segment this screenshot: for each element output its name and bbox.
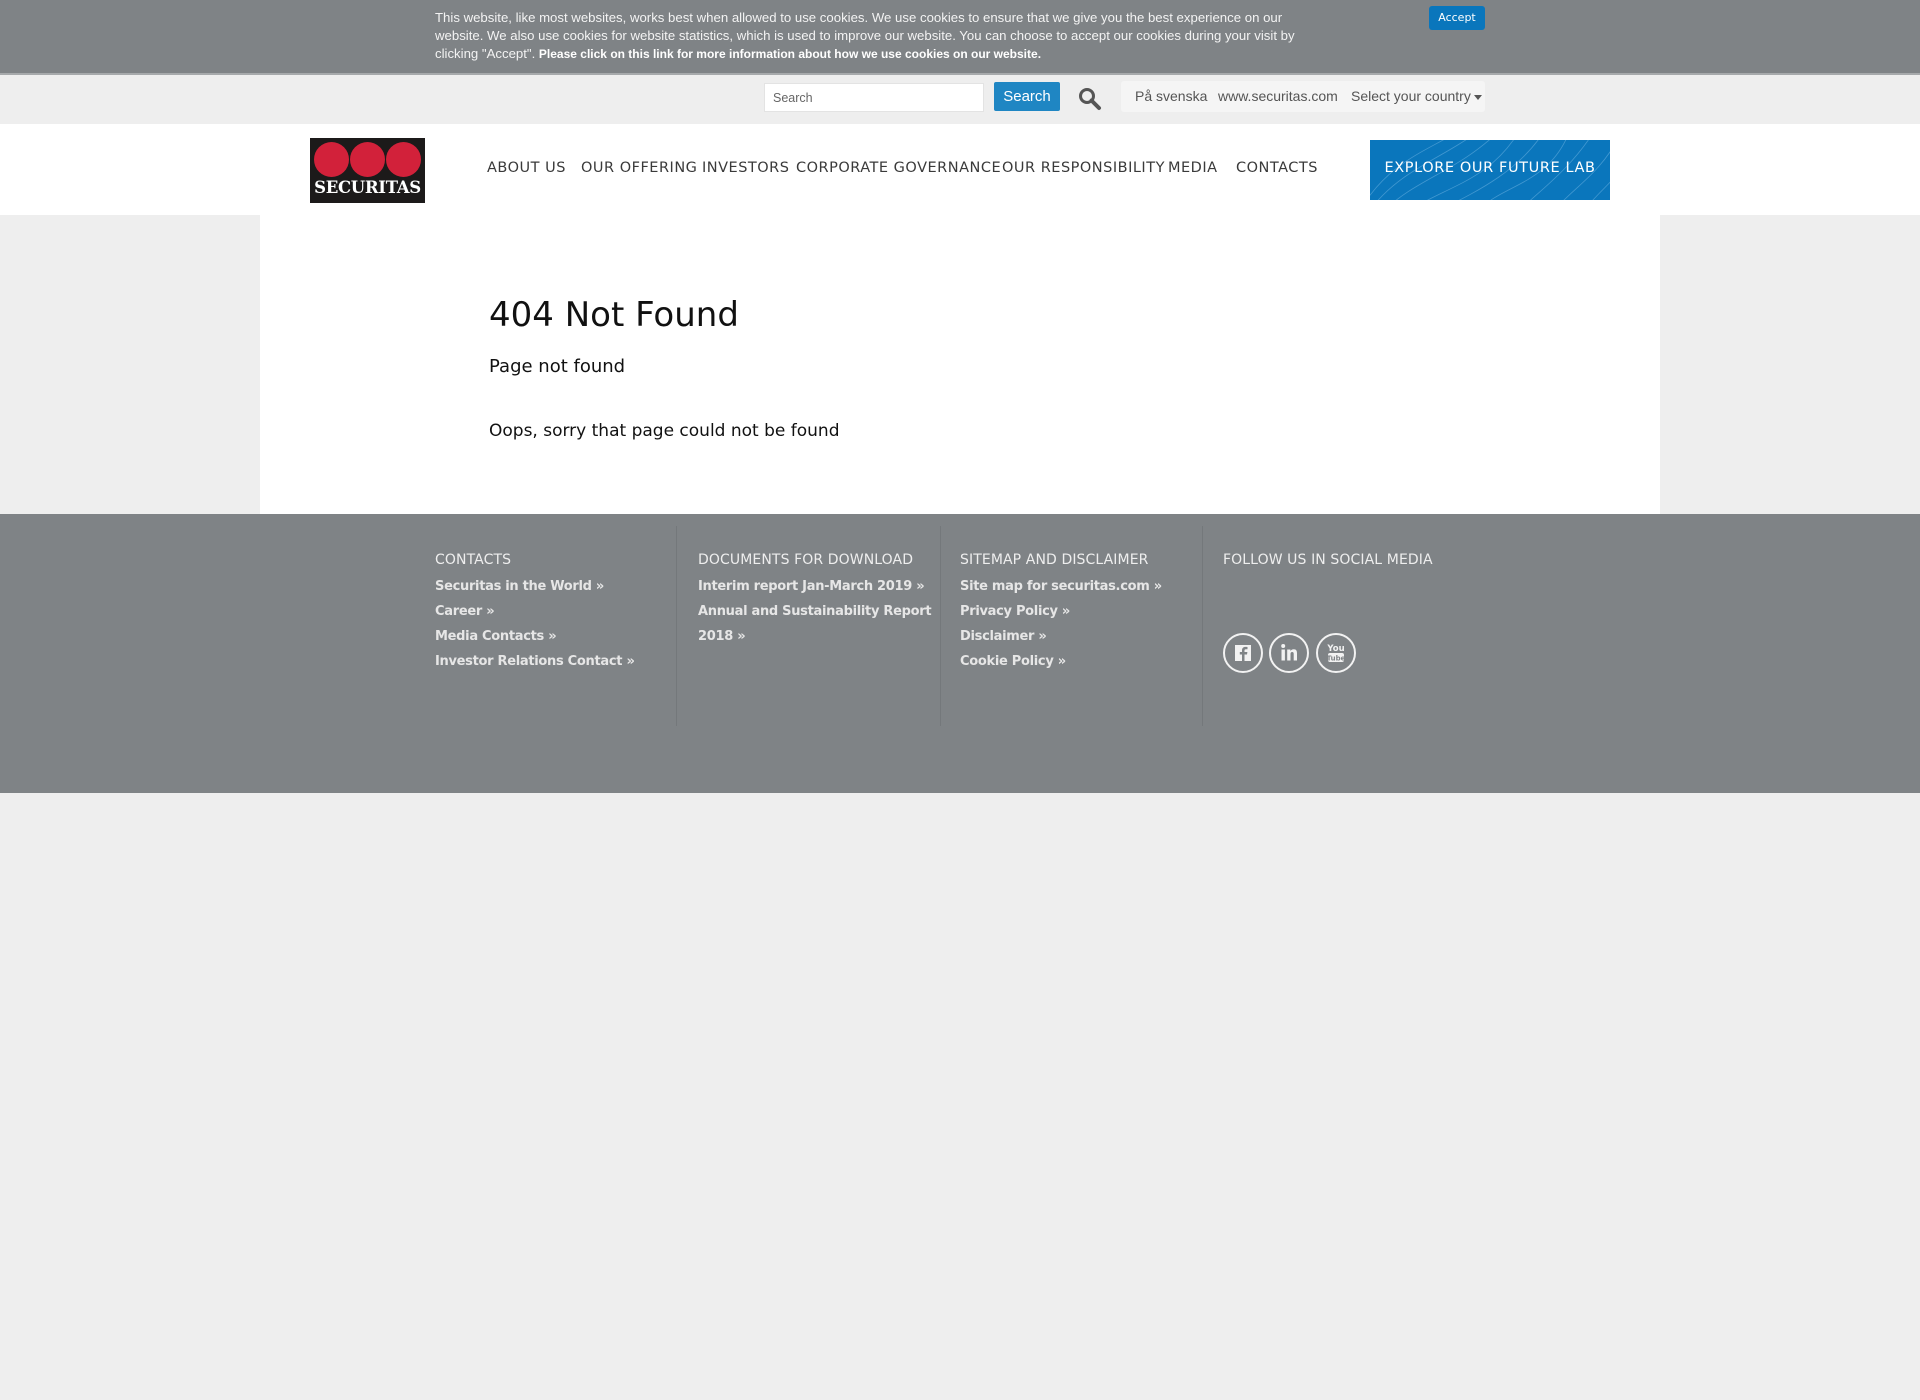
logo-dot <box>386 142 421 177</box>
country-select[interactable]: Select your country <box>1351 88 1482 104</box>
footer-column-sitemap: SITEMAP AND DISCLAIMER Site map for secu… <box>960 552 1162 674</box>
logo-wordmark: SECURITAS <box>314 178 421 197</box>
footer-heading: CONTACTS <box>435 552 512 568</box>
site-links-box: På svenska www.securitas.com Select your… <box>1121 81 1485 112</box>
utility-bar: Search På svenska www.securitas.com Sele… <box>0 75 1920 124</box>
search-button[interactable]: Search <box>994 82 1060 111</box>
explore-future-lab-button[interactable]: EXPLORE OUR FUTURE LAB <box>1370 140 1610 200</box>
footer-link-disclaimer[interactable]: Disclaimer » <box>960 624 1162 649</box>
nav-our-responsibility[interactable]: OUR RESPONSIBILITY <box>1002 160 1165 176</box>
footer-column-social: FOLLOW US IN SOCIAL MEDIA You Tube <box>1223 552 1523 682</box>
footer-column-documents: DOCUMENTS FOR DOWNLOAD Interim report Ja… <box>698 552 938 649</box>
footer-link-cookie-policy[interactable]: Cookie Policy » <box>960 649 1162 674</box>
footer-link-annual-report[interactable]: Annual and Sustainability Report 2018 » <box>698 599 938 649</box>
language-link[interactable]: På svenska <box>1135 88 1207 104</box>
footer-divider <box>676 526 677 726</box>
nav-corporate-governance[interactable]: CORPORATE GOVERNANCE <box>796 160 1001 176</box>
footer-divider <box>1202 526 1203 726</box>
footer-link-media-contacts[interactable]: Media Contacts » <box>435 624 635 649</box>
main-content: 404 Not Found Page not found Oops, sorry… <box>260 215 1660 515</box>
magnifier-icon[interactable] <box>1076 85 1104 113</box>
svg-text:Tube: Tube <box>1327 655 1346 663</box>
main-header: SECURITAS ABOUT US OUR OFFERING INVESTOR… <box>0 124 1920 215</box>
logo-dot <box>350 142 385 177</box>
nav-contacts[interactable]: CONTACTS <box>1236 160 1318 176</box>
footer-heading: SITEMAP AND DISCLAIMER <box>960 552 1149 568</box>
footer-link-sitemap[interactable]: Site map for securitas.com » <box>960 574 1162 599</box>
nav-our-offering[interactable]: OUR OFFERING <box>581 160 697 176</box>
footer-column-contacts: CONTACTS Securitas in the World » Career… <box>435 552 635 674</box>
footer: CONTACTS Securitas in the World » Career… <box>0 514 1920 793</box>
error-message: Oops, sorry that page could not be found <box>489 421 840 441</box>
footer-link-interim-report[interactable]: Interim report Jan-March 2019 » <box>698 574 938 599</box>
chevron-down-icon <box>1473 94 1482 100</box>
page-title: 404 Not Found <box>489 295 739 335</box>
footer-heading: FOLLOW US IN SOCIAL MEDIA <box>1223 552 1433 568</box>
global-site-link[interactable]: www.securitas.com <box>1218 88 1338 104</box>
footer-heading: DOCUMENTS FOR DOWNLOAD <box>698 552 914 568</box>
cookie-message: This website, like most websites, works … <box>435 9 1295 63</box>
svg-text:You: You <box>1326 644 1344 654</box>
future-lab-label: EXPLORE OUR FUTURE LAB <box>1384 160 1596 176</box>
footer-link-investor-relations[interactable]: Investor Relations Contact » <box>435 649 635 674</box>
youtube-icon[interactable]: You Tube <box>1316 633 1356 673</box>
footer-link-privacy-policy[interactable]: Privacy Policy » <box>960 599 1162 624</box>
securitas-logo[interactable]: SECURITAS <box>310 138 425 203</box>
footer-link-securitas-world[interactable]: Securitas in the World » <box>435 574 635 599</box>
facebook-icon[interactable] <box>1223 633 1263 673</box>
cookie-banner: This website, like most websites, works … <box>0 0 1920 75</box>
logo-dot <box>314 142 349 177</box>
cookie-info-link[interactable]: Please click on this link for more infor… <box>539 47 1041 61</box>
search-input[interactable] <box>764 83 984 112</box>
linkedin-icon[interactable] <box>1269 633 1309 673</box>
page-subtitle: Page not found <box>489 356 626 377</box>
accept-cookies-button[interactable]: Accept <box>1429 6 1485 30</box>
footer-link-career[interactable]: Career » <box>435 599 635 624</box>
country-select-label: Select your country <box>1351 88 1471 104</box>
nav-investors[interactable]: INVESTORS <box>702 160 789 176</box>
nav-about-us[interactable]: ABOUT US <box>487 160 566 176</box>
nav-media[interactable]: MEDIA <box>1168 160 1218 176</box>
footer-divider <box>940 526 941 726</box>
